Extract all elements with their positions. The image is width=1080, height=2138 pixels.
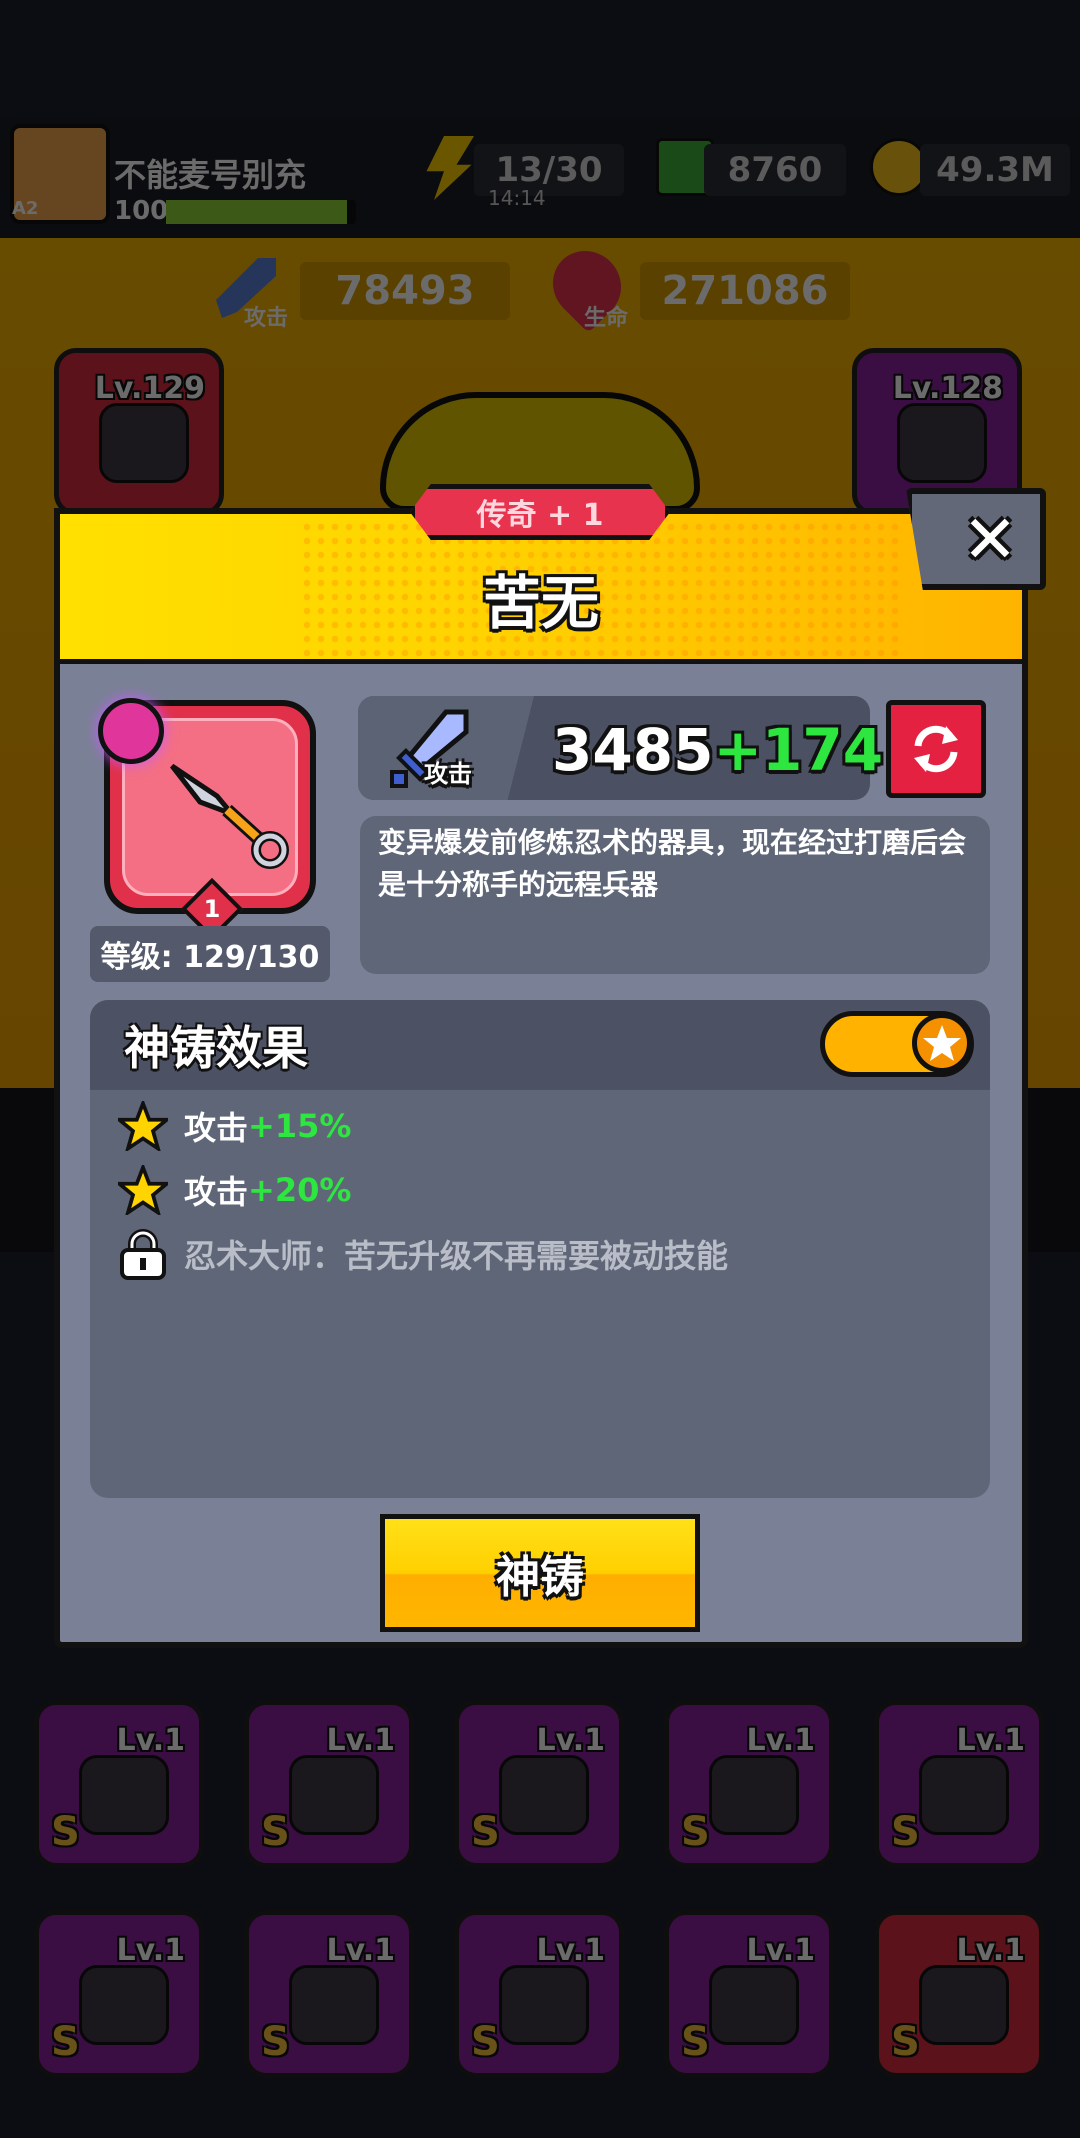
forge-effects-title: 神铸效果 xyxy=(124,1021,308,1075)
effect-bonus: +15% xyxy=(248,1107,352,1145)
inventory-item[interactable]: Lv.1 S xyxy=(34,1910,204,2078)
close-icon[interactable]: ✕ xyxy=(940,494,1040,584)
item-level: 等级: 129/130 xyxy=(90,926,330,982)
inventory-item[interactable]: Lv.1 S xyxy=(454,1700,624,1868)
inventory-item[interactable]: Lv.1 S xyxy=(244,1910,414,2078)
effect-row: 攻击 +15% xyxy=(118,1098,351,1154)
attack-value: 3485 +174 xyxy=(552,712,883,788)
star-icon xyxy=(923,1025,961,1061)
attack-panel-label: 攻击 xyxy=(424,760,472,788)
effect-row: 攻击 +20% xyxy=(118,1162,351,1218)
weapon-slot[interactable]: Lv.129 xyxy=(54,348,224,516)
inventory-item[interactable]: Lv.1 S xyxy=(454,1910,624,2078)
energy-timer: 14:14 xyxy=(488,186,546,210)
effect-label: 忍术大师：苦无升级不再需要被动技能 xyxy=(184,1237,729,1275)
inventory-item[interactable]: Lv.1 S xyxy=(664,1700,834,1868)
rarity-label: 传奇 + 1 xyxy=(416,489,664,535)
forge-button-label[interactable]: 神铸 xyxy=(380,1514,700,1632)
player-level: 100 xyxy=(114,196,169,226)
attack-stat-value: 78493 xyxy=(300,262,510,320)
avatar-badge: A2 xyxy=(12,198,39,219)
lock-icon xyxy=(120,1229,166,1280)
effect-row-locked: 忍术大师：苦无升级不再需要被动技能 xyxy=(118,1226,728,1282)
star-icon xyxy=(118,1165,168,1215)
inventory-item[interactable]: Lv.1 S xyxy=(34,1700,204,1868)
item-badge-number: 1 xyxy=(203,895,221,923)
attack-stat-label: 攻击 xyxy=(244,306,289,331)
item-description: 变异爆发前修炼忍术的器具，现在经过打磨后会是十分称手的远程兵器 xyxy=(360,816,990,974)
effect-bonus: +20% xyxy=(248,1171,352,1209)
xp-bar xyxy=(166,200,356,224)
effect-label: 攻击 xyxy=(184,1173,249,1211)
hp-stat-value: 271086 xyxy=(640,262,850,320)
mutation-icon xyxy=(98,698,164,764)
attack-base: 3485 xyxy=(552,716,714,784)
star-icon xyxy=(118,1101,168,1151)
inventory-item[interactable]: Lv.1 S xyxy=(244,1700,414,1868)
gem-counter: 8760 xyxy=(704,144,846,196)
hp-stat-label: 生命 xyxy=(584,306,629,331)
attack-bonus: +174 xyxy=(713,716,884,784)
player-name: 不能麦号别充 xyxy=(114,156,307,194)
inventory-item[interactable]: Lv.1 S xyxy=(874,1700,1044,1868)
inventory-item[interactable]: Lv.1 S xyxy=(664,1910,834,2078)
effect-label: 攻击 xyxy=(184,1109,249,1147)
refresh-icon[interactable] xyxy=(906,718,966,780)
item-title: 苦无 xyxy=(482,569,599,637)
inventory-item[interactable]: Lv.1 S xyxy=(874,1910,1044,2078)
gold-counter: 49.3M xyxy=(920,144,1070,196)
